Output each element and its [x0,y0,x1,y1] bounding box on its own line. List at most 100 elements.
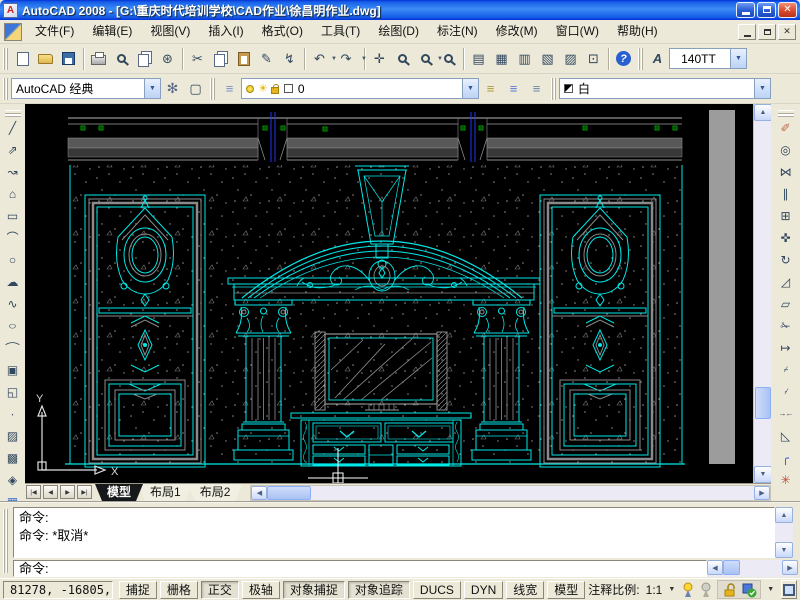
child-minimize-button[interactable] [738,24,756,40]
extend-button[interactable]: ↦ [775,337,796,358]
osnap-toggle[interactable]: 对象捕捉 [283,581,345,599]
mirror-button[interactable]: ⋈ [775,161,796,182]
grid-toggle[interactable]: 栅格 [160,581,198,599]
scroll-right-icon[interactable]: ▶ [782,560,798,575]
revision-cloud-button[interactable]: ☁ [2,271,23,292]
line-button[interactable]: ╱ [2,117,23,138]
wall-right-section[interactable] [709,110,735,464]
horizontal-scroll-thumb[interactable] [267,486,311,500]
snap-toggle[interactable]: 捕捉 [119,581,157,599]
coordinate-display[interactable]: 81278, -16805, 0 [3,581,113,599]
toolbar-grip[interactable] [638,48,643,70]
scroll-left-icon[interactable]: ◀ [707,560,723,575]
copy-clip-button[interactable] [209,47,232,71]
stretch-button[interactable]: ▱ [775,293,796,314]
quickcalc-button[interactable]: ⊡ [582,47,605,71]
scroll-down-icon[interactable]: ▼ [775,542,793,558]
menu-modify[interactable]: 修改(M) [487,20,547,43]
redo-button[interactable]: ↷▼ [331,47,361,71]
tab-first-button[interactable]: |◀ [26,485,41,499]
tab-model[interactable]: 模型 [95,484,143,501]
text-style-combo[interactable]: 140TT ▼ [669,48,747,69]
markup-set-manager-button[interactable]: ▨ [559,47,582,71]
menu-draw[interactable]: 绘图(D) [369,20,428,43]
color-combo[interactable]: 白 ▼ [559,78,771,99]
lineweight-toggle[interactable]: 线宽 [506,581,544,599]
arc-button[interactable]: ⌒ [2,227,23,248]
zoom-previous-button[interactable] [437,47,460,71]
offset-button[interactable]: ∥ [775,183,796,204]
annotation-monitor-icon[interactable] [740,581,757,598]
scroll-down-icon[interactable]: ▼ [754,466,772,483]
match-properties-button[interactable]: ✎ [255,47,278,71]
vertical-scroll-thumb[interactable] [755,387,771,419]
annotation-scale-value[interactable]: 1:1 [646,583,663,597]
designcenter-button[interactable]: ▦ [490,47,513,71]
annotation-visibility-icon[interactable] [680,581,696,598]
rectangle-button[interactable]: ▭ [2,205,23,226]
menu-edit[interactable]: 编辑(E) [83,20,141,43]
toolbar-grip[interactable] [551,78,556,100]
chevron-down-icon[interactable]: ▼ [144,79,160,98]
redo-dropdown[interactable]: ▼ [361,56,367,62]
menu-window[interactable]: 窗口(W) [547,20,608,43]
scroll-left-icon[interactable]: ◀ [251,486,267,500]
polyline-button[interactable]: ↝ [2,161,23,182]
canvas-vertical-scrollbar[interactable]: ▲ ▼ [753,104,771,483]
break-at-point-button[interactable]: -∕- [775,359,796,380]
layer-states-button[interactable]: ≡ [502,77,525,101]
erase-button[interactable]: ✐ [775,117,796,138]
child-restore-button[interactable] [758,24,776,40]
dyn-toggle[interactable]: DYN [464,581,503,599]
menu-insert[interactable]: 插入(I) [199,20,252,43]
chamfer-button[interactable]: ◺ [775,425,796,446]
cut-button[interactable]: ✂ [186,47,209,71]
workspace-settings-button[interactable]: ✻ [161,77,184,101]
tab-layout1[interactable]: 布局1 [138,484,193,501]
text-style-button[interactable]: A [646,47,669,71]
toolbar-lock-icon[interactable] [721,581,738,598]
annotation-scale-dropdown-icon[interactable]: ▼ [668,586,675,593]
annotation-autoscale-icon[interactable] [698,581,714,598]
status-menu-dropdown-icon[interactable]: ▼ [767,586,774,593]
command-input[interactable]: 命令: [13,560,707,577]
layer-isolate-button[interactable]: ≡ [525,77,548,101]
layer-previous-button[interactable]: ≡ [479,77,502,101]
menu-file[interactable]: 文件(F) [26,20,83,43]
plot-preview-button[interactable] [110,47,133,71]
scale-button[interactable]: ◿ [775,271,796,292]
ellipse-button[interactable]: ○ [0,317,26,334]
paste-button[interactable] [232,47,255,71]
point-button[interactable]: ∙ [2,403,23,424]
toolbar-grip[interactable] [210,78,215,100]
layer-freeze-sun-icon[interactable]: ☀ [258,82,268,95]
tab-last-button[interactable]: ▶| [77,485,92,499]
restore-button[interactable] [757,2,776,18]
tab-prev-button[interactable]: ◀ [43,485,58,499]
new-button[interactable] [11,47,34,71]
tool-palettes-button[interactable]: ▥ [513,47,536,71]
properties-palette-button[interactable]: ▤ [467,47,490,71]
insert-block-button[interactable]: ▣ [2,359,23,380]
canvas-horizontal-scrollbar[interactable]: ◀ ▶ [250,485,771,501]
horizontal-scroll-thumb[interactable] [723,560,740,575]
plot-button[interactable] [87,47,110,71]
fillet-button[interactable]: ╭ [775,447,796,468]
toolbar-grip[interactable] [3,48,8,70]
command-horizontal-scrollbar[interactable]: ◀ ▶ [707,560,798,577]
rotate-button[interactable]: ↻ [775,249,796,270]
gradient-button[interactable]: ▩ [2,447,23,468]
titlebar[interactable]: A AutoCAD 2008 - [G:\重庆时代培训学校\CAD作业\徐昌明作… [0,0,800,20]
scroll-up-icon[interactable]: ▲ [754,104,772,121]
toolbar-grip[interactable] [3,78,8,100]
menu-dimension[interactable]: 标注(N) [428,20,487,43]
make-block-button[interactable]: ◱ [2,381,23,402]
close-button[interactable]: ✕ [778,2,797,18]
pan-button[interactable]: ✛ [368,47,391,71]
break-button[interactable]: -∕ [775,381,796,402]
command-history[interactable]: 命令: 命令: *取消* [13,507,775,558]
scroll-right-icon[interactable]: ▶ [754,486,770,500]
zoom-realtime-button[interactable] [391,47,414,71]
menu-tools[interactable]: 工具(T) [312,20,369,43]
command-window-grip[interactable] [3,509,8,573]
